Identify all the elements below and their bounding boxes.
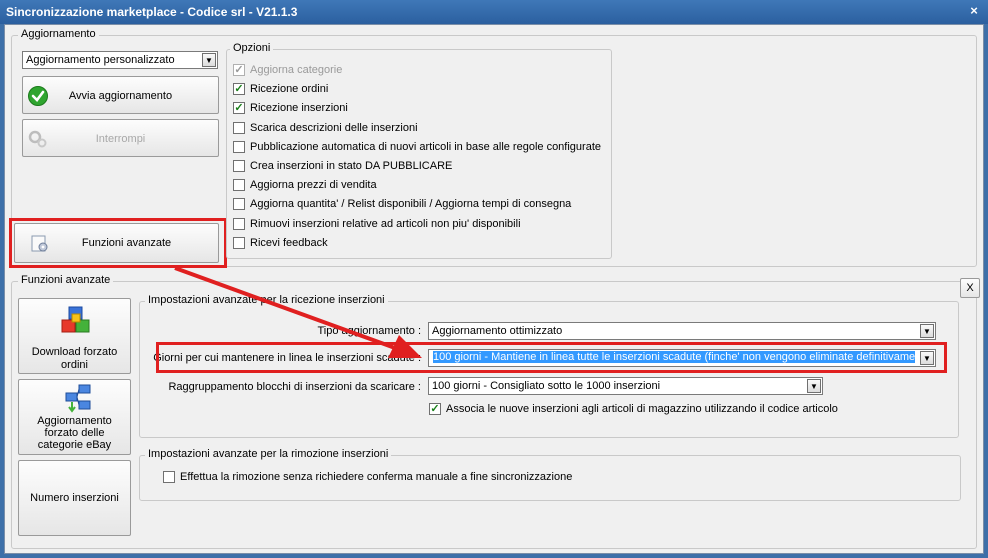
- block-grouping-value: 100 giorni - Consigliato sotto le 1000 i…: [432, 380, 661, 392]
- option-label: Scarica descrizioni delle inserzioni: [250, 122, 418, 134]
- opzioni-group-label: Opzioni: [230, 42, 274, 54]
- checkbox[interactable]: [233, 218, 245, 230]
- checkbox[interactable]: ✓: [233, 83, 245, 95]
- checkbox[interactable]: [233, 237, 245, 249]
- checkbox[interactable]: [233, 179, 245, 191]
- stop-label: Interrompi: [95, 133, 146, 145]
- checkbox[interactable]: [233, 198, 245, 210]
- associate-listings-label: Associa le nuove inserzioni agli articol…: [446, 403, 838, 415]
- close-advanced-button[interactable]: X: [960, 278, 980, 298]
- checkbox[interactable]: [163, 471, 175, 483]
- chevron-down-icon[interactable]: ▼: [202, 53, 216, 67]
- highlight-expired-days: [156, 342, 947, 373]
- listings-count-label: Numero inserzioni: [30, 492, 119, 504]
- ricezione-group-label: Impostazioni avanzate per la ricezione i…: [145, 294, 388, 306]
- chevron-down-icon[interactable]: ▼: [807, 379, 821, 393]
- update-type-label: Tipo aggiornamento :: [317, 325, 421, 337]
- checkbox[interactable]: ✓: [233, 64, 245, 76]
- option-label: Rimuovi inserzioni relative ad articoli …: [250, 218, 521, 230]
- download-orders-button[interactable]: Download forzato ordini: [18, 298, 131, 374]
- start-update-button[interactable]: Avvia aggiornamento: [22, 76, 219, 114]
- aggiornamento-group-label: Aggiornamento: [18, 28, 99, 40]
- option-label: Ricezione ordini: [250, 83, 329, 95]
- checkbox[interactable]: [233, 160, 245, 172]
- window-title: Sincronizzazione marketplace - Codice sr…: [6, 5, 298, 19]
- chevron-down-icon[interactable]: ▼: [920, 324, 934, 338]
- update-type-select[interactable]: Aggiornamento ottimizzato ▼: [428, 322, 936, 340]
- checkbox[interactable]: ✓: [233, 102, 245, 114]
- block-grouping-label: Raggruppamento blocchi di inserzioni da …: [168, 381, 421, 393]
- option-label: Crea inserzioni in stato DA PUBBLICARE: [250, 160, 453, 172]
- window-client: Aggiornamento Aggiornamento personalizza…: [4, 24, 984, 554]
- update-type-value: Aggiornamento ottimizzato: [432, 325, 563, 337]
- rimozione-group-label: Impostazioni avanzate per la rimozione i…: [145, 448, 392, 460]
- download-orders-label: Download forzato ordini: [31, 346, 118, 371]
- update-categories-button[interactable]: Aggiornamento forzato delle categorie eB…: [18, 379, 131, 455]
- remove-without-confirm-label: Effettua la rimozione senza richiedere c…: [180, 471, 573, 483]
- update-categories-label: Aggiornamento forzato delle categorie eB…: [37, 415, 112, 451]
- funzioni-avanzate-group-label: Funzioni avanzate: [18, 274, 114, 286]
- option-label: Ricevi feedback: [250, 237, 328, 249]
- stop-button[interactable]: Interrompi: [22, 119, 219, 157]
- listings-count-button[interactable]: Numero inserzioni: [18, 460, 131, 536]
- option-label: Ricezione inserzioni: [250, 102, 348, 114]
- checkbox[interactable]: [233, 122, 245, 134]
- hierarchy-icon: [65, 384, 91, 413]
- checkbox[interactable]: [233, 141, 245, 153]
- block-grouping-select[interactable]: 100 giorni - Consigliato sotto le 1000 i…: [428, 377, 823, 395]
- option-label: Aggiorna categorie: [250, 64, 343, 76]
- option-label: Pubblicazione automatica di nuovi artico…: [250, 141, 601, 153]
- highlight-advanced-button: [9, 218, 227, 268]
- window-close-button[interactable]: ×: [966, 3, 982, 19]
- cubes-icon: [61, 306, 90, 333]
- checkbox[interactable]: ✓: [429, 403, 441, 415]
- update-mode-value: Aggiornamento personalizzato: [26, 54, 175, 66]
- start-update-label: Avvia aggiornamento: [68, 90, 173, 102]
- title-bar: Sincronizzazione marketplace - Codice sr…: [0, 0, 988, 24]
- update-mode-select[interactable]: Aggiornamento personalizzato ▼: [22, 51, 218, 69]
- option-label: Aggiorna prezzi di vendita: [250, 179, 377, 191]
- option-label: Aggiorna quantita' / Relist disponibili …: [250, 198, 572, 210]
